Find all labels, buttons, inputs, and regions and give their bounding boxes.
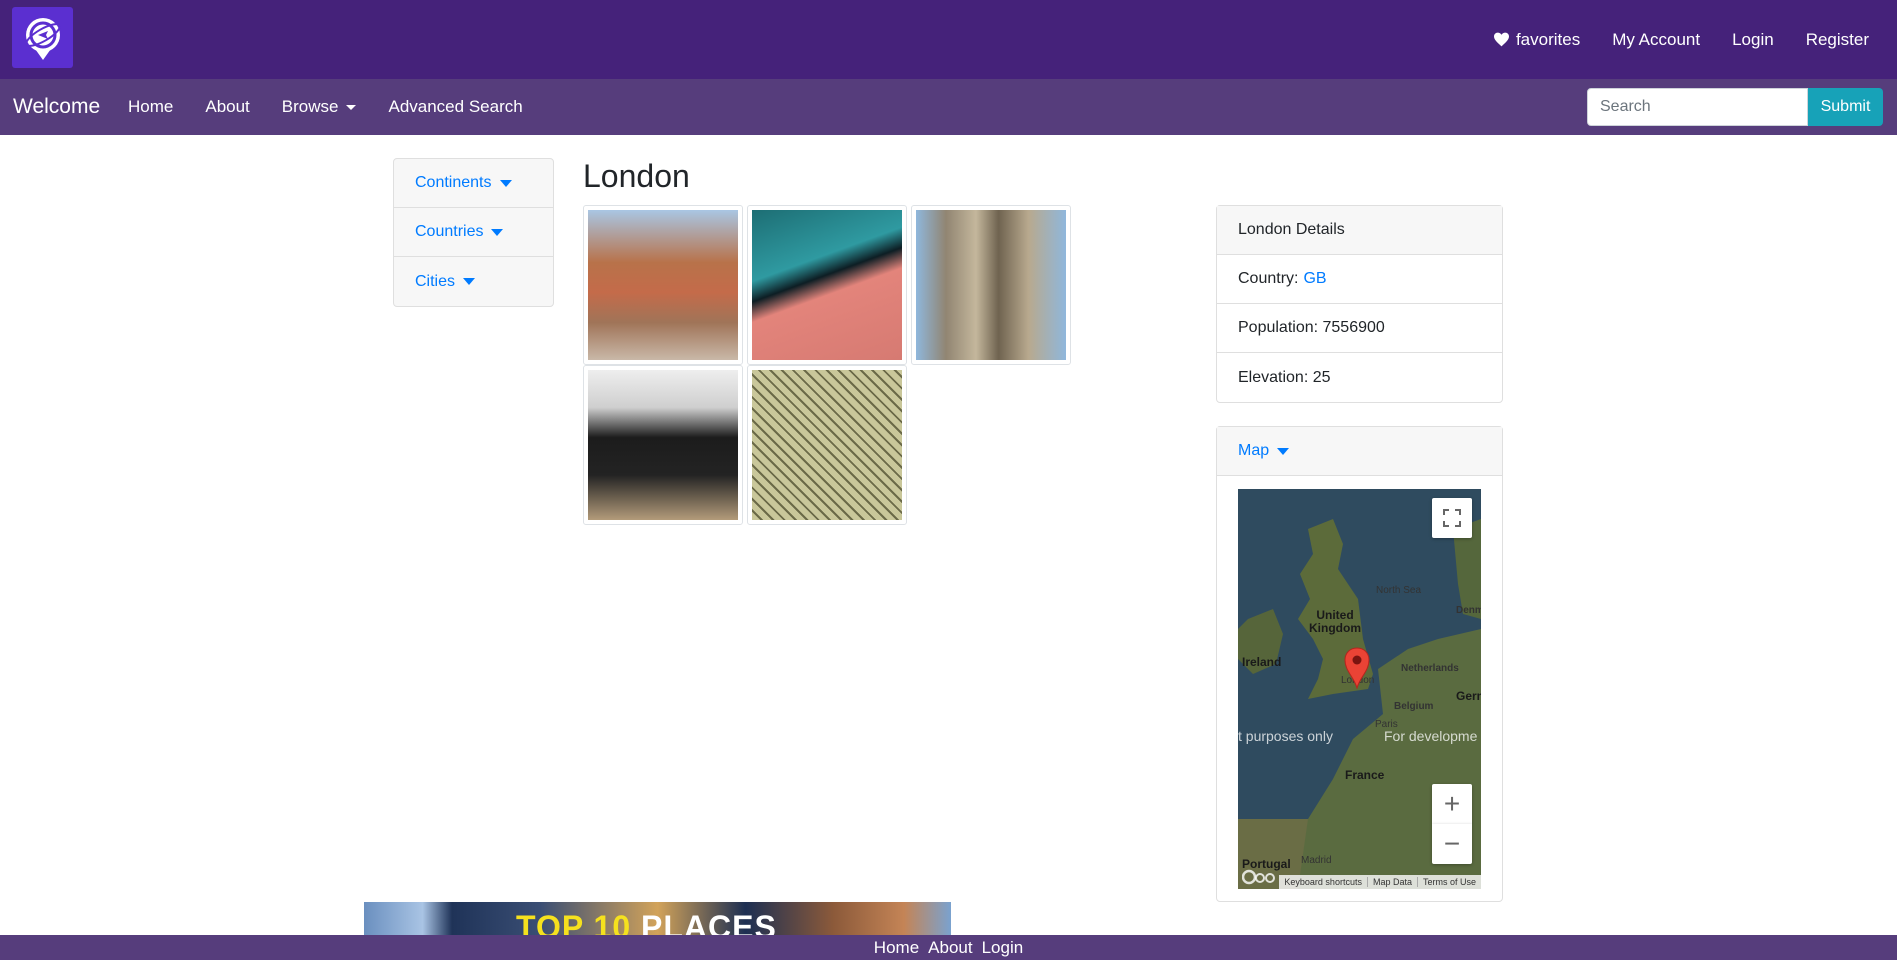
photo-thumbnail-statue[interactable] [583, 365, 743, 525]
city-details-card: London Details Country: GB Population: 7… [1216, 205, 1503, 403]
map-label-ireland: Ireland [1242, 655, 1282, 669]
footer: Home About Login [0, 935, 1897, 960]
map-watermark-right: For developme [1384, 728, 1478, 744]
country-link[interactable]: GB [1303, 270, 1326, 288]
fullscreen-icon[interactable] [1432, 498, 1472, 538]
top-header: favorites My Account Login Register [0, 0, 1897, 79]
footer-home-link[interactable]: Home [874, 938, 919, 958]
submit-button[interactable]: Submit [1808, 88, 1883, 126]
brand-welcome[interactable]: Welcome [13, 95, 100, 119]
keyboard-shortcuts-link[interactable]: Keyboard shortcuts [1279, 877, 1367, 887]
footer-about-link[interactable]: About [928, 938, 972, 958]
favorites-label: favorites [1515, 29, 1581, 49]
map-label-france: France [1345, 768, 1385, 782]
register-link[interactable]: Register [1806, 30, 1869, 50]
map-label-germany: Germ [1456, 689, 1481, 703]
sidebar-item-label: Cities [415, 272, 456, 290]
details-elevation: Elevation: 25 [1238, 368, 1331, 386]
map-label-uk: United Kingdom [1309, 608, 1361, 635]
map-label-denmark: Denm [1456, 605, 1481, 616]
caret-down-icon [491, 228, 504, 236]
nav-browse-dropdown[interactable]: Browse [282, 97, 357, 117]
map-data-link[interactable]: Map Data [1366, 877, 1417, 887]
details-heading: London Details [1217, 206, 1502, 255]
banner-ad[interactable]: TOP 10 PLACES [364, 902, 951, 935]
sidebar-item-label: Continents [415, 174, 492, 191]
main-navbar: Welcome Home About Browse Advanced Searc… [0, 79, 1897, 135]
country-label: Country: [1238, 270, 1299, 287]
nav-browse-label: Browse [281, 97, 339, 116]
search-input[interactable] [1587, 88, 1808, 126]
map-toggle[interactable]: Map [1217, 427, 1502, 476]
page-title: London [583, 158, 690, 194]
photo-thumbnail-arsenal[interactable] [747, 205, 907, 365]
map-label-belgium: Belgium [1394, 701, 1434, 712]
details-population: Population: 7556900 [1217, 304, 1502, 353]
map-marker-icon[interactable] [1344, 647, 1370, 689]
login-link[interactable]: Login [1732, 30, 1774, 50]
footer-login-link[interactable]: Login [982, 938, 1024, 958]
filter-sidebar: Continents Countries Cities [393, 158, 554, 307]
sidebar-item-label: Countries [415, 223, 484, 240]
map-label-madrid: Madrid [1301, 855, 1332, 866]
map-label-netherlands: Netherlands [1401, 663, 1459, 674]
nav-advanced-search[interactable]: Advanced Search [388, 97, 522, 117]
terms-of-use-link[interactable]: Terms of Use [1416, 877, 1481, 887]
map-label-north-sea: North Sea [1376, 585, 1422, 596]
photo-thumbnail-royal-albert-hall[interactable] [583, 205, 743, 365]
sidebar-item-continents[interactable]: Continents [394, 159, 553, 208]
google-map[interactable]: North Sea United Kingdom Ireland Netherl… [1238, 489, 1481, 889]
heart-icon [1493, 32, 1509, 47]
map-card: Map North Sea United Kingdom Ireland Net… [1216, 426, 1503, 902]
caret-down-icon [1277, 447, 1290, 455]
banner-text-yellow: TOP 10 [516, 909, 632, 935]
banner-text-white: PLACES [641, 909, 777, 935]
map-heading: Map [1238, 442, 1270, 459]
photo-thumbnail-british-museum[interactable] [747, 365, 907, 525]
photo-thumbnail-westminster-abbey[interactable] [911, 205, 1071, 365]
zoom-out-icon[interactable]: − [1432, 824, 1472, 864]
my-account-link[interactable]: My Account [1612, 30, 1700, 50]
sidebar-item-countries[interactable]: Countries [394, 208, 553, 257]
google-logo-icon [1242, 869, 1275, 885]
nav-home[interactable]: Home [128, 97, 173, 117]
favorites-link[interactable]: favorites [1493, 30, 1580, 50]
map-attribution: Keyboard shortcuts Map Data Terms of Use [1279, 875, 1481, 889]
details-country: Country: GB [1217, 255, 1502, 304]
globe-plane-icon[interactable] [12, 7, 73, 68]
zoom-in-icon[interactable]: + [1432, 784, 1472, 824]
map-watermark-left: t purposes only [1238, 728, 1333, 744]
nav-about[interactable]: About [205, 97, 249, 117]
caret-down-icon [346, 104, 357, 110]
caret-down-icon [463, 278, 476, 285]
banner-text: TOP 10 PLACES [516, 909, 777, 935]
sidebar-item-cities[interactable]: Cities [394, 257, 553, 306]
caret-down-icon [499, 179, 512, 187]
